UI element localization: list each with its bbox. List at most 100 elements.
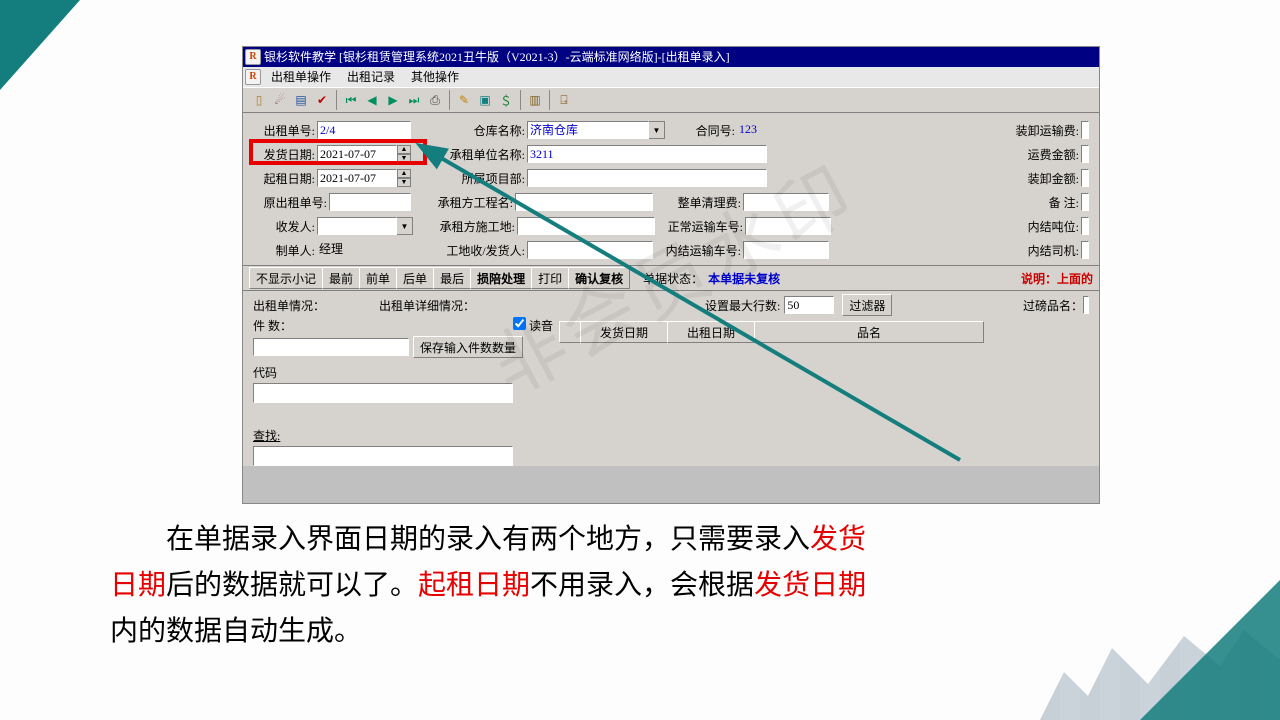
orig-no-input[interactable] [329, 193, 411, 211]
label-site-send: 工地收/发货人: [435, 242, 527, 259]
new-icon[interactable]: ▯ [249, 90, 269, 110]
remark-input[interactable] [1081, 193, 1089, 211]
load-amt-input[interactable] [1081, 169, 1089, 187]
pieces-input[interactable] [253, 338, 409, 356]
label-load-amt: 装卸金额: [991, 170, 1081, 187]
cube-icon[interactable]: ▣ [475, 90, 495, 110]
btn-filter[interactable]: 过滤器 [842, 294, 892, 316]
label-detail: 出租单详细情况： [379, 297, 619, 314]
label-lessee: 承租单位名称: [447, 146, 527, 163]
site-input[interactable] [517, 217, 655, 235]
bars-icon[interactable]: ▥ [525, 90, 545, 110]
ship-date-input[interactable]: 2021-07-07 ▲▼ [317, 145, 411, 163]
hint-text: 说明：上面的 [1021, 270, 1093, 287]
menu-rental-log[interactable]: 出租记录 [341, 67, 401, 87]
chevron-down-icon[interactable]: ▼ [649, 121, 665, 139]
search-input[interactable] [253, 446, 513, 466]
btn-hide-notes[interactable]: 不显示小记 [249, 267, 323, 289]
app-icon: R [245, 49, 261, 65]
label-proj-name: 承租方工程名: [435, 194, 515, 211]
label-load-fee: 装卸运输费: [991, 122, 1081, 139]
label-in-ton: 内结吨位: [991, 218, 1081, 235]
exit-icon[interactable]: ⍈ [554, 90, 574, 110]
label-clean: 整单清理费: [653, 194, 743, 211]
spin-up-icon[interactable]: ▲ [397, 145, 411, 154]
label-in-driver: 内结司机: [991, 242, 1081, 259]
label-search: 查找: [253, 429, 280, 443]
col-rent-date[interactable]: 出租日期 [667, 321, 755, 343]
btn-confirm[interactable]: 确认复核 [568, 267, 630, 289]
app-window: R 银杉软件教学 [银杉租赁管理系统2021丑牛版（V2021-3）-云端标准网… [242, 46, 1100, 504]
label-contract: 合同号: [681, 122, 737, 139]
col-ship-date[interactable]: 发货日期 [580, 321, 668, 343]
app-icon-small: R [245, 69, 261, 85]
label-orig-no: 原出租单号: [253, 194, 329, 211]
open-icon[interactable]: ☄ [270, 90, 290, 110]
in-ton-input[interactable] [1081, 217, 1089, 235]
btn-print[interactable]: 打印 [531, 267, 569, 289]
btn-save-pieces[interactable]: 保存输入件数数量 [413, 336, 523, 358]
rent-date-input[interactable]: 2021-07-07 ▲▼ [317, 169, 411, 187]
btn-next[interactable]: 后单 [396, 267, 434, 289]
btn-damage[interactable]: 损陪处理 [470, 267, 532, 289]
titlebar: R 银杉软件教学 [银杉租赁管理系统2021丑牛版（V2021-3）-云端标准网… [243, 47, 1099, 67]
chevron-down-icon[interactable]: ▼ [397, 217, 413, 235]
check-icon[interactable]: ✔ [312, 90, 332, 110]
truck-input[interactable] [745, 217, 831, 235]
load-fee-input[interactable] [1081, 121, 1089, 139]
lessee-input[interactable]: 3211 [527, 145, 767, 163]
in-driver-input[interactable] [1081, 241, 1089, 259]
label-remark: 备 注: [991, 194, 1081, 211]
label-maxrow: 设置最大行数: [705, 297, 780, 314]
in-truck-input[interactable] [743, 241, 829, 259]
handler-combo[interactable]: ▼ [317, 217, 413, 235]
action-bar: 不显示小记 最前 前单 后单 最后 损陪处理 打印 确认复核 单据状态： 本单据… [243, 265, 1099, 291]
btn-first[interactable]: 最前 [322, 267, 360, 289]
grid-header: 发货日期 出租日期 品名 [559, 321, 1089, 343]
last-icon[interactable]: ⏭ [404, 90, 424, 110]
label-handler: 收发人: [253, 218, 317, 235]
edit-icon[interactable]: ✎ [454, 90, 474, 110]
contract-value: 123 [737, 121, 833, 139]
read-checkbox[interactable] [513, 317, 526, 330]
label-situation: 出租单情况： [253, 297, 379, 314]
next-icon[interactable]: ▶ [383, 90, 403, 110]
money-icon[interactable]: ＄ [496, 90, 516, 110]
explanation-text: 在单据录入界面日期的录入有两个地方，只需要录入发货日期后的数据就可以了。起租日期… [110, 516, 1170, 654]
project-input[interactable] [527, 169, 767, 187]
label-creator: 制单人: [253, 242, 317, 259]
label-ship-date: 发货日期: [253, 146, 317, 163]
order-no-input[interactable]: 2/4 [317, 121, 411, 139]
menu-rental-ops[interactable]: 出租单操作 [265, 67, 337, 87]
weigh-input[interactable] [1083, 296, 1089, 314]
code-input[interactable] [253, 383, 513, 403]
label-truck: 正常运输车号: [655, 218, 745, 235]
clean-input[interactable] [743, 193, 829, 211]
creator-value: 经理 [317, 241, 411, 259]
label-rent-date: 起租日期: [253, 170, 317, 187]
save-icon[interactable]: ▤ [291, 90, 311, 110]
label-weigh: 过磅品名： [1023, 297, 1083, 314]
label-site: 承租方施工地: [437, 218, 517, 235]
freight-input[interactable] [1081, 145, 1089, 163]
maxrow-input[interactable]: 50 [784, 296, 834, 314]
menubar: R 出租单操作 出租记录 其他操作 [243, 67, 1099, 87]
col-product[interactable]: 品名 [754, 321, 984, 343]
label-freight: 运费金额: [991, 146, 1081, 163]
form-panel: 出租单号: 2/4 仓库名称: 济南仓库 ▼ 合同号: 123 装卸运输费: 发… [243, 113, 1099, 265]
label-in-truck: 内结运输车号: [653, 242, 743, 259]
prev-icon[interactable]: ◀ [362, 90, 382, 110]
site-send-input[interactable] [527, 241, 653, 259]
menu-other-ops[interactable]: 其他操作 [405, 67, 465, 87]
spin-down-icon[interactable]: ▼ [397, 154, 411, 163]
warehouse-combo[interactable]: 济南仓库 ▼ [527, 121, 665, 139]
label-project: 所属项目部: [447, 170, 527, 187]
label-pieces: 件 数： [253, 317, 299, 334]
first-icon[interactable]: ⏮ [341, 90, 361, 110]
status-area: 单据状态： 本单据未复核 [643, 270, 780, 287]
btn-prev[interactable]: 前单 [359, 267, 397, 289]
print-icon[interactable]: ⎙ [425, 90, 445, 110]
label-code: 代码 [253, 366, 277, 380]
btn-last[interactable]: 最后 [433, 267, 471, 289]
proj-name-input[interactable] [515, 193, 653, 211]
